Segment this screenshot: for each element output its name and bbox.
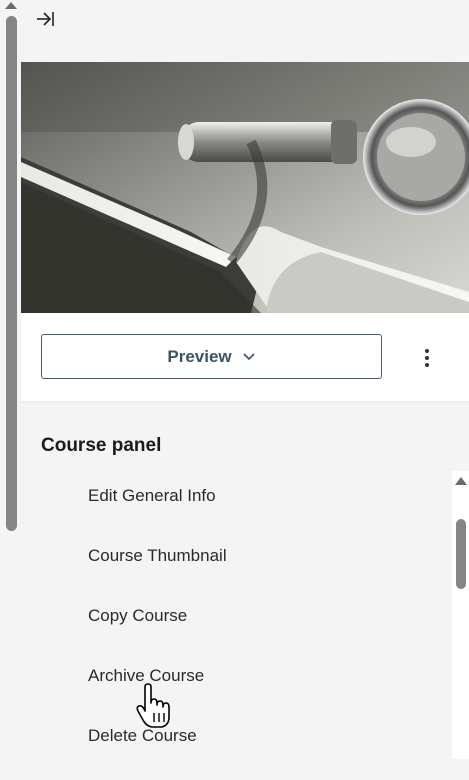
hand-pointer-icon — [136, 683, 170, 728]
more-options-button[interactable] — [415, 344, 439, 372]
scrollbar-thumb[interactable] — [6, 16, 17, 531]
menu-item-delete-course[interactable]: Delete Course — [88, 720, 438, 780]
course-panel-menu: Edit General Info Course Thumbnail Copy … — [88, 480, 438, 780]
course-card: Preview — [21, 62, 469, 401]
scroll-up-arrow-icon[interactable] — [5, 2, 17, 9]
collapse-to-right-icon — [37, 12, 54, 26]
scroll-up-arrow-icon[interactable] — [455, 477, 467, 485]
kebab-menu-icon — [425, 349, 429, 353]
preview-button-label: Preview — [167, 346, 232, 366]
menu-item-edit-general-info[interactable]: Edit General Info — [88, 480, 438, 540]
preview-button[interactable]: Preview — [41, 334, 382, 379]
menu-item-course-thumbnail[interactable]: Course Thumbnail — [88, 540, 438, 600]
collapse-panel-button[interactable] — [34, 8, 58, 30]
course-thumbnail-image — [21, 62, 469, 313]
chevron-down-icon — [243, 352, 255, 360]
course-panel-title: Course panel — [41, 435, 162, 456]
menu-scrollbar[interactable] — [452, 471, 469, 759]
menu-item-copy-course[interactable]: Copy Course — [88, 600, 438, 660]
page-scrollbar[interactable] — [0, 0, 22, 759]
menu-scrollbar-thumb[interactable] — [456, 519, 466, 589]
